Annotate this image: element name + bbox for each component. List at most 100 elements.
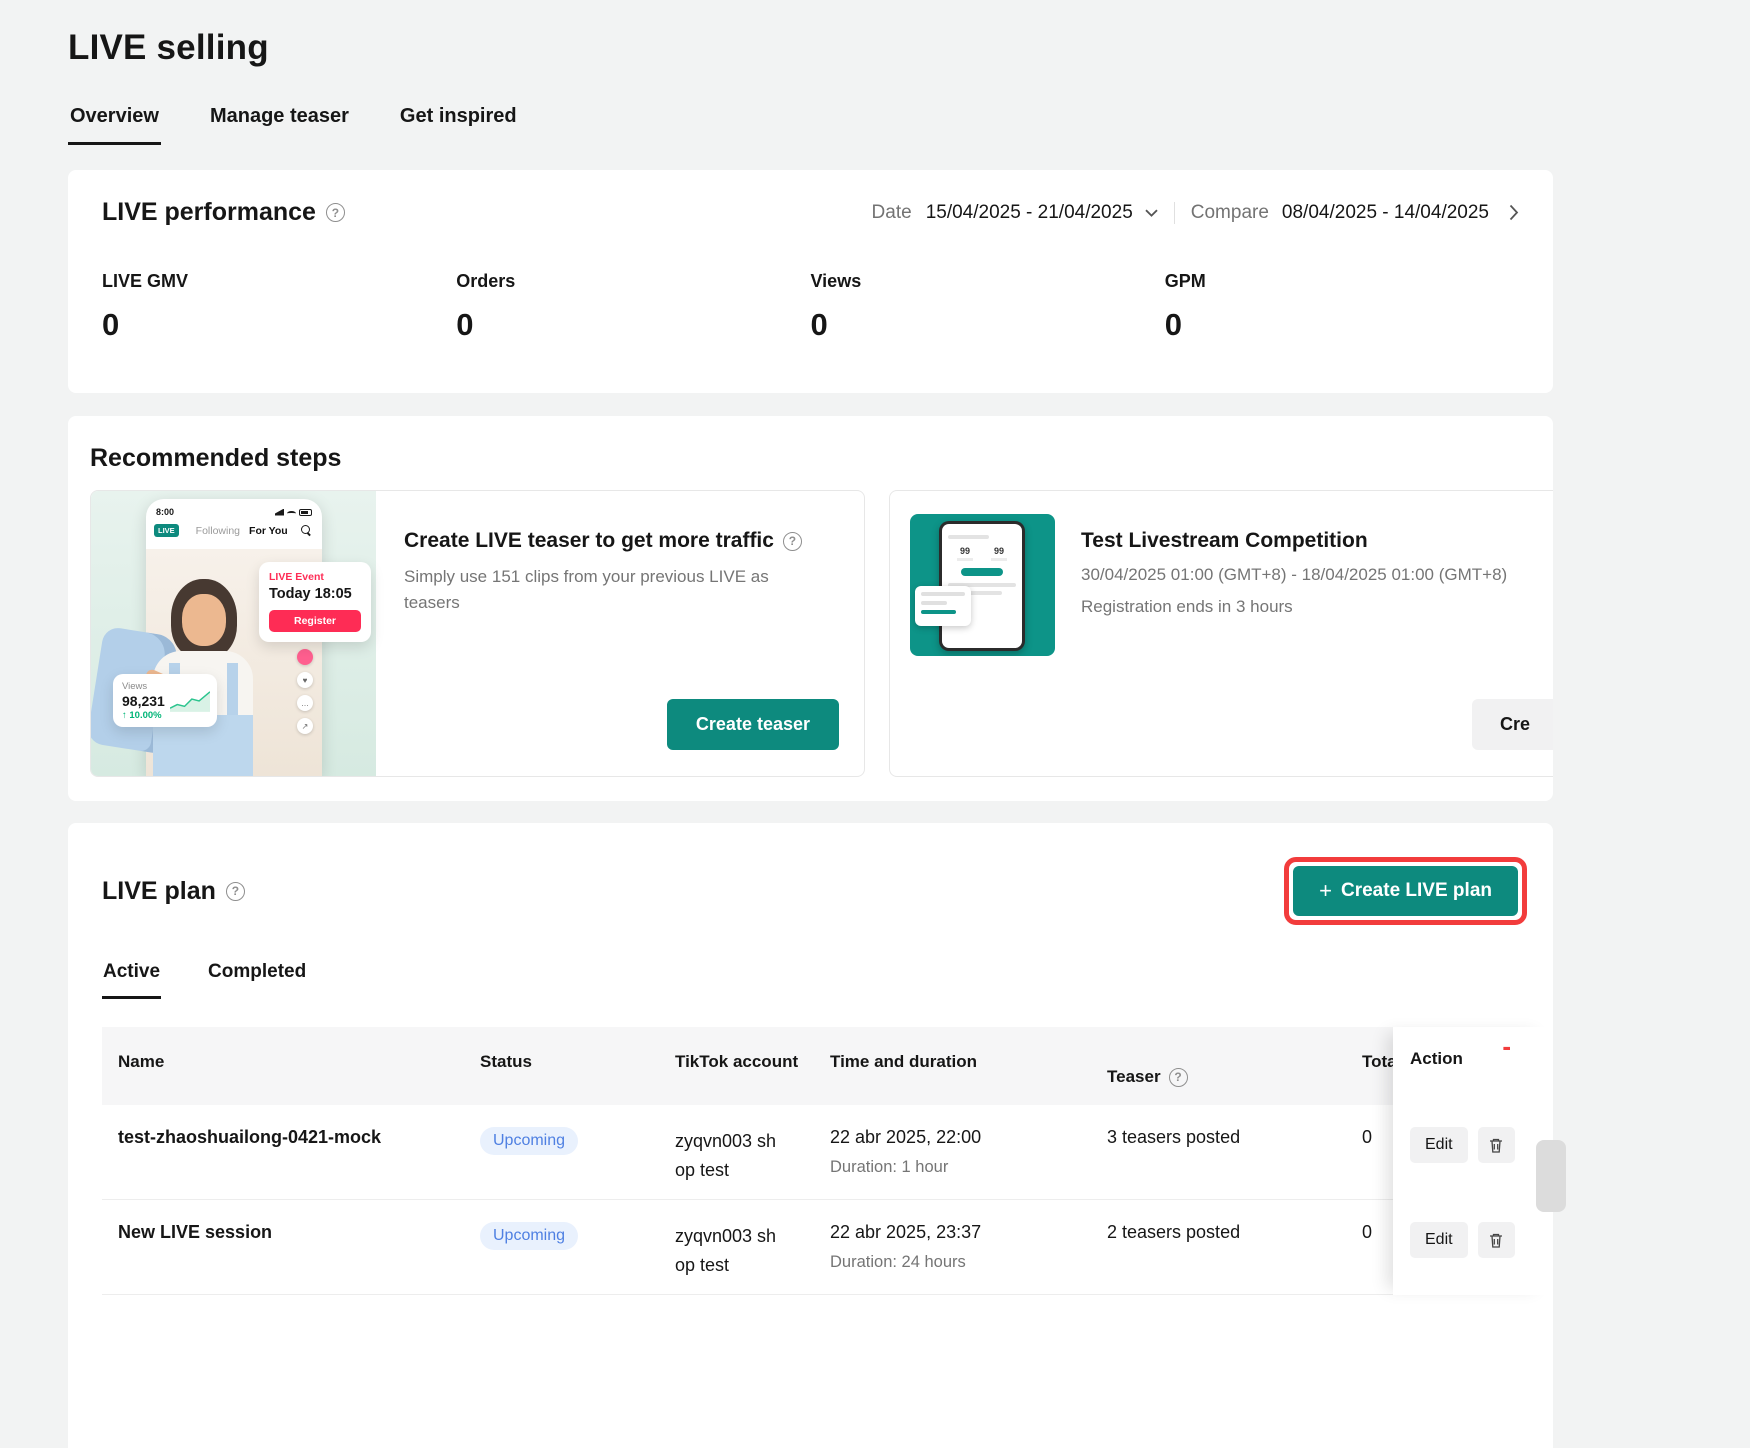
tab-get-inspired[interactable]: Get inspired [398,105,519,145]
header-status: Status [460,1027,655,1105]
metric-views: Views 0 [811,271,1165,343]
live-event-popup: LIVE Event Today 18:05 Register [259,562,371,642]
date-label: Date [872,202,912,224]
mock-stat-value: 99 [960,546,970,556]
plan-name: New LIVE session [102,1200,460,1294]
plan-teaser: 2 teasers posted [1087,1200,1347,1294]
table-action-column: Action - Edit Edit [1393,1027,1553,1295]
competition-registration-note: Registration ends in 3 hours [1081,597,1507,617]
plan-time-cell: 22 abr 2025, 22:00 Duration: 1 hour [814,1105,1087,1199]
plan-time: 22 abr 2025, 23:37 [830,1222,1087,1243]
tab-active[interactable]: Active [102,961,161,999]
phone-tab-foryou: For You [249,525,288,537]
tab-completed[interactable]: Completed [207,961,307,999]
competition-title: Test Livestream Competition [1081,529,1368,553]
phone-status-icons [275,509,312,516]
status-badge: Upcoming [480,1127,578,1155]
next-period-button[interactable] [1509,204,1519,221]
overall-strap [227,663,238,719]
competition-image: 99 99 [910,514,1055,656]
date-range-select[interactable]: 15/04/2025 - 21/04/2025 [926,202,1158,224]
metric-value: 0 [1165,307,1519,343]
phone-status-time: 8:00 [156,507,174,517]
plan-account-cell: zyqvn003 shop test [655,1200,814,1294]
wifi-icon [287,511,296,516]
divider [1174,202,1175,224]
compare-label: Compare [1191,202,1269,224]
plan-duration: Duration: 24 hours [830,1253,1087,1272]
delete-button[interactable] [1478,1127,1515,1163]
tab-overview[interactable]: Overview [68,105,161,145]
help-icon[interactable]: ? [783,532,802,551]
plus-icon: + [1319,880,1332,902]
red-minus-annotation: - [1502,1033,1511,1059]
help-icon[interactable]: ? [226,882,245,901]
teaser-card-description: Simply use 151 clips from your previous … [404,564,824,617]
main-tabs: Overview Manage teaser Get inspired [68,105,1553,145]
plan-status-cell: Upcoming [460,1105,655,1199]
header-time-duration: Time and duration [814,1027,1087,1105]
teaser-promo-image: 8:00 LIVE Following For You [91,491,376,776]
signal-icon [275,509,284,516]
teaser-card-title: Create LIVE teaser to get more traffic [404,529,774,553]
mock-text-bar [921,592,965,596]
chevron-right-icon [1509,204,1519,221]
create-teaser-button[interactable]: Create teaser [667,699,839,750]
help-icon[interactable]: ? [326,203,345,222]
header-action-label: Action [1410,1049,1463,1068]
live-event-label: LIVE Event [269,571,361,583]
metric-label: Views [811,271,1165,292]
edit-button[interactable]: Edit [1410,1127,1468,1163]
live-badge: LIVE [154,524,179,537]
performance-metrics: LIVE GMV 0 Orders 0 Views 0 GPM 0 [102,271,1519,343]
battery-icon [299,509,312,516]
heart-icon: ♥ [297,672,313,688]
sparkline-chart [170,687,210,713]
create-live-plan-label: Create LIVE plan [1341,880,1492,902]
plan-total: 0 [1347,1200,1393,1294]
tiktok-account: zyqvn003 shop test [675,1127,781,1185]
edit-button[interactable]: Edit [1410,1222,1468,1258]
live-plan-card: LIVE plan ? + Create LIVE plan Active Co… [68,823,1553,1448]
metric-label: GPM [1165,271,1519,292]
competition-action-button[interactable]: Cre [1472,699,1553,750]
date-range-value: 15/04/2025 - 21/04/2025 [926,202,1133,224]
share-icon: ↗ [297,718,313,734]
phone-tab-following: Following [196,525,240,537]
header-teaser: Teaser ? [1087,1027,1347,1105]
header-tiktok-account: TikTok account [655,1027,814,1105]
plan-account-cell: zyqvn003 shop test [655,1105,814,1199]
help-icon[interactable]: ? [1169,1068,1188,1087]
header-name: Name [102,1027,460,1105]
trash-icon [1488,1232,1504,1249]
create-teaser-promo-card: 8:00 LIVE Following For You [90,490,865,777]
plan-status-cell: Upcoming [460,1200,655,1294]
header-action: Action - [1393,1027,1553,1105]
header-total: Total [1347,1027,1393,1105]
mock-teal-button [961,568,1003,576]
plan-time: 22 abr 2025, 22:00 [830,1127,1087,1148]
red-highlight-annotation: + Create LIVE plan [1284,857,1527,925]
views-stat-popup: Views 98,231 ↑ 10.00% [113,674,217,727]
page-title: LIVE selling [68,28,1553,68]
table-header-row: Name Status TikTok account Time and dura… [102,1027,1553,1105]
row-actions: Edit [1393,1105,1553,1200]
plan-name: test-zhaoshuailong-0421-mock [102,1105,460,1199]
compare-range-value[interactable]: 08/04/2025 - 14/04/2025 [1282,202,1489,224]
plan-teaser: 3 teasers posted [1087,1105,1347,1199]
recommended-steps-card: Recommended steps 8:00 [68,416,1553,801]
competition-promo-card: 99 99 [889,490,1553,777]
views-change-value: 10.00% [129,710,161,721]
avatar-icon [297,649,313,665]
register-button: Register [269,610,361,632]
create-live-plan-button[interactable]: + Create LIVE plan [1293,866,1518,916]
metric-value: 0 [811,307,1165,343]
plan-duration: Duration: 1 hour [830,1158,1087,1177]
tab-manage-teaser[interactable]: Manage teaser [208,105,351,145]
mock-text-bar [921,610,956,614]
face-illustration [182,594,226,646]
mock-stats: 99 99 [948,546,1016,561]
collapsed-panel-handle[interactable] [1536,1140,1566,1212]
metric-gpm: GPM 0 [1165,271,1519,343]
delete-button[interactable] [1478,1222,1515,1258]
